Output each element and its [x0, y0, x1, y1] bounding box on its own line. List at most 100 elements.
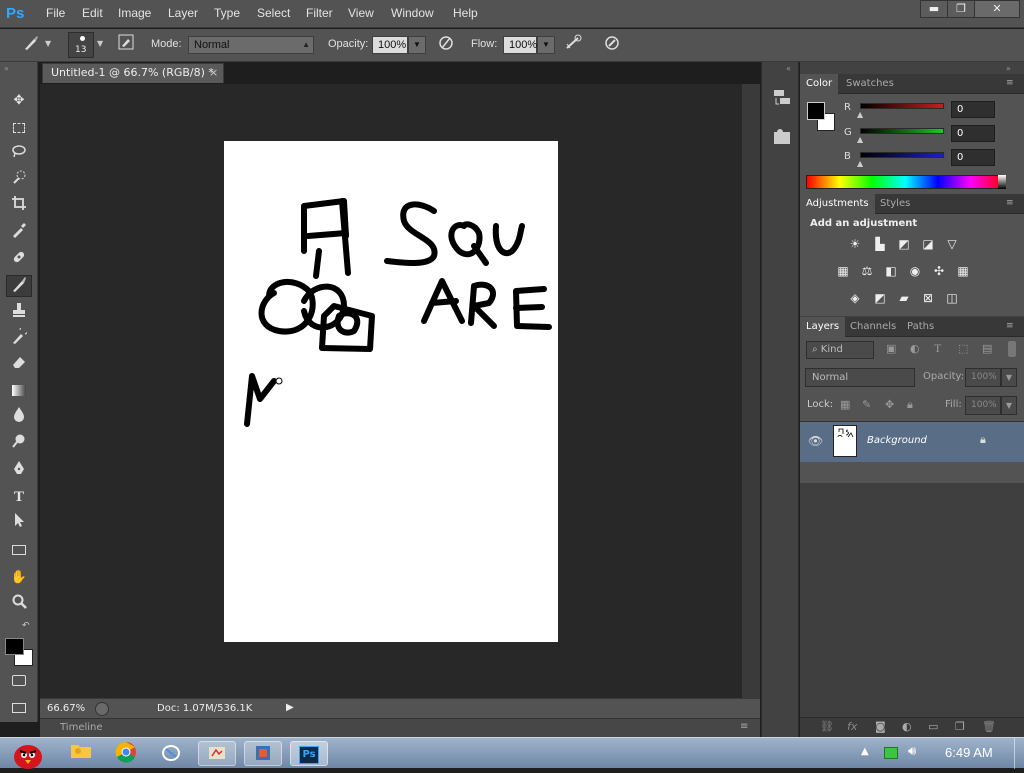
restore-button[interactable]: ❐: [947, 0, 975, 18]
r-slider-handle[interactable]: ▲: [857, 110, 863, 119]
filter-smart-object-icon[interactable]: ▤: [982, 342, 992, 355]
b-value-input[interactable]: 0: [951, 149, 995, 166]
pressure-opacity-icon[interactable]: [435, 34, 457, 56]
layer-style-icon[interactable]: fx: [847, 720, 857, 733]
r-slider[interactable]: [860, 103, 944, 109]
foreground-color-swatch[interactable]: [5, 638, 24, 655]
tab-channels[interactable]: Channels: [844, 317, 902, 337]
history-panel-icon[interactable]: [771, 87, 793, 109]
tab-layers[interactable]: Layers: [800, 317, 846, 337]
brush-panel-icon[interactable]: [115, 34, 137, 56]
volume-icon[interactable]: 🔊︎: [908, 744, 916, 759]
collapse-icon[interactable]: »: [1006, 64, 1011, 73]
program-taskbar-icon[interactable]: [244, 741, 282, 766]
b-slider[interactable]: [860, 152, 944, 158]
exposure-icon[interactable]: ◪: [919, 236, 937, 252]
pen-tool-icon[interactable]: [6, 460, 32, 482]
hand-tool-icon[interactable]: ✋: [6, 567, 32, 589]
trash-icon[interactable]: 🗑︎: [982, 720, 996, 733]
layer-opacity-input[interactable]: 100%: [965, 368, 1001, 387]
tab-paths[interactable]: Paths: [901, 317, 940, 337]
blend-mode-dropdown[interactable]: Normal ▲: [188, 36, 314, 54]
pressure-size-icon[interactable]: [601, 34, 623, 56]
curves-icon[interactable]: ◩: [895, 236, 913, 252]
collapse-icon[interactable]: «: [786, 64, 791, 73]
path-selection-tool-icon[interactable]: [6, 512, 32, 534]
explorer-taskbar-icon[interactable]: [62, 741, 100, 766]
brush-size-picker[interactable]: 13: [68, 32, 94, 58]
fill-input[interactable]: 100%: [965, 396, 1001, 415]
posterize-icon[interactable]: ◩: [871, 290, 889, 306]
g-slider[interactable]: [860, 128, 944, 134]
threshold-icon[interactable]: ▰: [895, 290, 913, 306]
screen-mode-icon[interactable]: [6, 697, 32, 719]
layer-name[interactable]: Background: [867, 435, 927, 446]
paint-taskbar-icon[interactable]: [198, 741, 236, 766]
type-tool-icon[interactable]: T: [6, 486, 32, 508]
black-white-icon[interactable]: ◧: [882, 263, 900, 279]
share-icon[interactable]: [95, 702, 109, 716]
document-canvas[interactable]: [224, 141, 558, 642]
show-hidden-icons[interactable]: ▲: [861, 746, 869, 757]
menu-view[interactable]: View: [348, 6, 374, 20]
flow-dropdown-button[interactable]: ▼: [537, 36, 555, 54]
lock-all-icon[interactable]: 🔒︎: [907, 398, 913, 412]
g-value-input[interactable]: 0: [951, 125, 995, 142]
gradient-map-icon[interactable]: ⊠: [919, 290, 937, 306]
chevron-down-icon[interactable]: ▼: [97, 39, 103, 48]
filter-adjustment-icon[interactable]: ◐: [910, 342, 920, 355]
chevron-down-icon[interactable]: ▼: [45, 39, 51, 48]
brightness-contrast-icon[interactable]: ☀: [846, 236, 864, 252]
battery-icon[interactable]: [884, 747, 898, 759]
opacity-dropdown-button[interactable]: ▼: [408, 36, 426, 54]
photo-filter-icon[interactable]: ◉: [906, 263, 924, 279]
gradient-tool-icon[interactable]: [6, 380, 32, 402]
filter-toggle-switch[interactable]: [1008, 341, 1016, 357]
close-button[interactable]: ✕: [974, 0, 1020, 18]
color-balance-icon[interactable]: ⚖: [858, 263, 876, 279]
history-brush-tool-icon[interactable]: [6, 325, 32, 350]
filter-pixel-icon[interactable]: ▣: [886, 342, 896, 355]
invert-icon[interactable]: ◈: [846, 290, 864, 306]
filter-shape-icon[interactable]: ⬚: [958, 342, 968, 355]
menu-image[interactable]: Image: [118, 6, 151, 20]
eye-icon[interactable]: 👁︎: [808, 434, 823, 448]
rectangle-tool-icon[interactable]: [6, 539, 32, 561]
vibrance-icon[interactable]: ▽: [943, 236, 961, 252]
layer-row[interactable]: 👁︎ Background 🔒︎: [800, 422, 1024, 462]
menu-select[interactable]: Select: [257, 6, 290, 20]
properties-panel-icon[interactable]: [771, 126, 793, 148]
panel-menu-icon[interactable]: ≡: [1006, 321, 1014, 331]
channel-mixer-icon[interactable]: ✣: [930, 263, 948, 279]
panel-menu-icon[interactable]: ≡: [1006, 78, 1014, 88]
menu-filter[interactable]: Filter: [306, 6, 333, 20]
layer-filter-dropdown[interactable]: ⌕ Kind: [806, 341, 874, 359]
menu-help[interactable]: Help: [453, 6, 478, 20]
lock-pixels-icon[interactable]: ✎: [862, 398, 871, 411]
tab-adjustments[interactable]: Adjustments: [800, 194, 875, 214]
adjustment-layer-icon[interactable]: ◐: [902, 720, 912, 733]
chrome-taskbar-icon[interactable]: [107, 741, 145, 766]
g-slider-handle[interactable]: ▲: [857, 135, 863, 144]
brush-preset-icon[interactable]: [20, 34, 42, 56]
menu-window[interactable]: Window: [391, 6, 434, 20]
opacity-input[interactable]: 100%: [372, 36, 408, 54]
lasso-tool-icon[interactable]: [6, 143, 32, 165]
black-white-ramp[interactable]: [998, 175, 1006, 189]
panel-menu-icon[interactable]: ≡: [1006, 198, 1014, 208]
b-slider-handle[interactable]: ▲: [857, 159, 863, 168]
tab-color[interactable]: Color: [800, 74, 839, 94]
flow-input[interactable]: 100%: [503, 36, 537, 54]
crop-tool-icon[interactable]: [6, 195, 32, 217]
clock[interactable]: 6:49 AM: [945, 745, 993, 760]
r-value-input[interactable]: 0: [951, 101, 995, 118]
lock-transparency-icon[interactable]: ▦: [840, 398, 850, 411]
foreground-color-swatch[interactable]: [807, 102, 825, 120]
blur-tool-icon[interactable]: [6, 406, 32, 428]
quick-selection-tool-icon[interactable]: [6, 169, 32, 191]
color-spectrum-ramp[interactable]: [806, 175, 1004, 189]
start-button[interactable]: [6, 738, 50, 769]
status-menu-arrow-icon[interactable]: ▶: [286, 702, 294, 713]
levels-icon[interactable]: ▙: [871, 236, 889, 252]
new-layer-icon[interactable]: ❐: [955, 720, 965, 733]
